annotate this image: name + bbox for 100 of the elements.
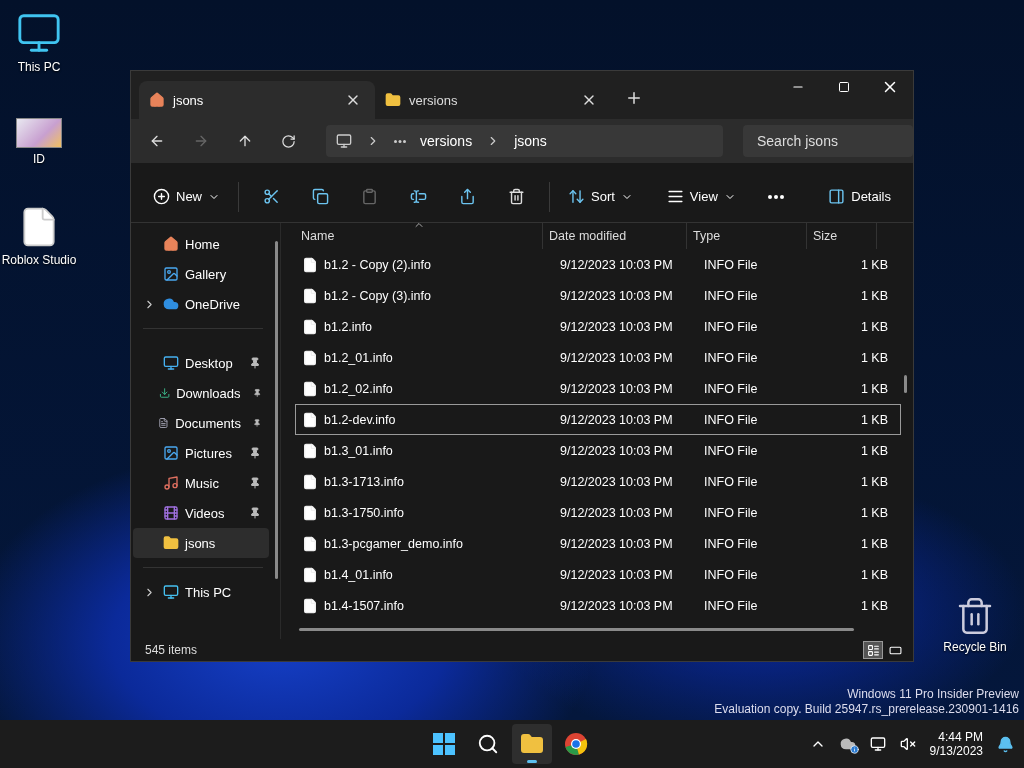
scrollbar-thumb[interactable]: [299, 628, 854, 631]
picture-icon: [163, 445, 179, 461]
sidebar-item[interactable]: Home: [133, 229, 269, 259]
date-modified: 9/12/2023 10:03 PM: [559, 257, 674, 272]
windows-logo-icon: [433, 733, 455, 755]
taskbar-button[interactable]: [512, 724, 552, 764]
breadcrumb[interactable]: jsons: [514, 133, 547, 149]
file-type: INFO File: [703, 598, 759, 613]
file-row[interactable]: b1.2 - Copy (2).info 9/12/2023 10:03 PM INFO File 1 KB: [295, 249, 901, 280]
file-size: 1 KB: [859, 505, 888, 520]
muted-speaker-icon[interactable]: [899, 736, 916, 752]
sidebar-item[interactable]: Music: [133, 468, 269, 498]
file-name: b1.4_01.info: [324, 567, 393, 582]
plus-circle-icon: [153, 188, 170, 205]
desktop-icon-label[interactable]: This PC: [17, 60, 61, 74]
cloud-icon: [163, 296, 179, 312]
file-row[interactable]: b1.3-1750.info 9/12/2023 10:03 PM INFO File 1 KB: [295, 497, 901, 528]
clock[interactable]: 4:44 PM 9/13/2023: [929, 730, 983, 758]
file-type: INFO File: [703, 288, 759, 303]
date-modified: 9/12/2023 10:03 PM: [559, 350, 674, 365]
file-size: 1 KB: [859, 319, 888, 334]
column-header[interactable]: Type: [687, 223, 807, 249]
rename-icon: [410, 188, 427, 205]
plus-icon: [625, 89, 643, 107]
sort-button[interactable]: Sort: [560, 182, 641, 211]
new-button[interactable]: New: [145, 182, 228, 211]
file-row[interactable]: b1.3-1713.info 9/12/2023 10:03 PM INFO File 1 KB: [295, 466, 901, 497]
file-type: INFO File: [703, 567, 759, 582]
file-row[interactable]: b1.2_01.info 9/12/2023 10:03 PM INFO File 1 KB: [295, 342, 901, 373]
date-modified: 9/12/2023 10:03 PM: [559, 319, 674, 334]
file-name: b1.2_01.info: [324, 350, 393, 365]
sidebar-item[interactable]: Pictures: [133, 438, 269, 468]
sidebar-item[interactable]: Downloads: [133, 378, 269, 408]
date-modified: 9/12/2023 10:03 PM: [559, 412, 674, 427]
file-name: b1.2-dev.info: [324, 412, 396, 427]
file-type: INFO File: [703, 443, 759, 458]
file-size: 1 KB: [859, 567, 888, 582]
active-indicator: [527, 760, 537, 763]
file-size: 1 KB: [859, 350, 888, 365]
clipboard-icon: [361, 188, 378, 205]
sidebar-item[interactable]: OneDrive: [133, 289, 269, 319]
desktop-icon-label[interactable]: Roblox Studio: [1, 253, 77, 267]
tab[interactable]: jsons: [139, 81, 375, 119]
scissors-icon: [263, 188, 280, 205]
file-type: INFO File: [703, 257, 759, 272]
desktop-icon-label[interactable]: ID: [33, 152, 45, 166]
monitor-icon: [336, 133, 352, 149]
sidebar-item[interactable]: Videos: [133, 498, 269, 528]
file-name: b1.2 - Copy (3).info: [324, 288, 431, 303]
view-button[interactable]: View: [658, 182, 744, 211]
arrow-right-icon: [193, 133, 209, 149]
sidebar-item[interactable]: Desktop: [133, 348, 269, 378]
file-row[interactable]: b1.3-pcgamer_demo.info 9/12/2023 10:03 PM INFO File 1 KB: [295, 528, 901, 559]
file-type: INFO File: [703, 412, 759, 427]
document-icon: [158, 415, 170, 431]
file-row[interactable]: b1.2 - Copy (3).info 9/12/2023 10:03 PM INFO File 1 KB: [295, 280, 901, 311]
search-field[interactable]: Search jsons: [743, 125, 913, 157]
date-modified: 9/12/2023 10:03 PM: [559, 288, 674, 303]
home-icon: [149, 92, 165, 108]
column-header[interactable]: Date modified: [543, 223, 687, 249]
file-icon: [302, 256, 318, 273]
browser-icon: [564, 732, 588, 756]
file-icon: [302, 504, 318, 521]
home-icon: [163, 236, 179, 252]
sidebar-item[interactable]: jsons: [133, 528, 269, 558]
scrollbar-thumb[interactable]: [904, 375, 907, 393]
column-header[interactable]: Name: [295, 223, 543, 249]
desktop-icon-label[interactable]: Recycle Bin: [943, 640, 1007, 654]
file-row[interactable]: b1.4_01.info 9/12/2023 10:03 PM INFO File 1 KB: [295, 559, 901, 590]
sidebar-item[interactable]: This PC: [133, 577, 269, 607]
file-size: 1 KB: [859, 412, 888, 427]
folder-icon: [385, 92, 401, 108]
file-row[interactable]: b1.3_01.info 9/12/2023 10:03 PM INFO File 1 KB: [295, 435, 901, 466]
folder-icon: [163, 535, 179, 551]
file-row[interactable]: b1.2_02.info 9/12/2023 10:03 PM INFO File 1 KB: [295, 373, 901, 404]
breadcrumb[interactable]: versions: [420, 133, 473, 149]
network-icon[interactable]: [869, 736, 886, 752]
file-name: b1.3-1750.info: [324, 505, 404, 520]
file-row[interactable]: b1.4-1507.info 9/12/2023 10:03 PM INFO File 1 KB: [295, 590, 901, 621]
sidebar-item[interactable]: Documents: [133, 408, 269, 438]
scrollbar-thumb[interactable]: [275, 241, 278, 579]
date-modified: 9/12/2023 10:03 PM: [559, 443, 674, 458]
file-name: b1.3-pcgamer_demo.info: [324, 536, 463, 551]
details-view-button[interactable]: [863, 641, 883, 659]
bell-icon[interactable]: [997, 735, 1014, 753]
address-bar[interactable]: versions jsons: [326, 125, 723, 157]
file-icon: [302, 566, 318, 583]
details-button[interactable]: Details: [820, 182, 899, 211]
sidebar-item[interactable]: Gallery: [133, 259, 269, 289]
date-modified: 9/12/2023 10:03 PM: [559, 598, 674, 613]
column-header[interactable]: Size: [807, 223, 877, 249]
pin-icon: [249, 357, 261, 369]
file-size: 1 KB: [859, 474, 888, 489]
file-name: b1.3-1713.info: [324, 474, 404, 489]
cloud-info-icon[interactable]: [839, 736, 856, 752]
file-row[interactable]: b1.2-dev.info 9/12/2023 10:03 PM INFO File 1 KB: [295, 404, 901, 435]
file-row[interactable]: b1.2.info 9/12/2023 10:03 PM INFO File 1 KB: [295, 311, 901, 342]
search-icon: [477, 733, 499, 755]
file-type: INFO File: [703, 536, 759, 551]
tab[interactable]: versions: [375, 81, 611, 119]
